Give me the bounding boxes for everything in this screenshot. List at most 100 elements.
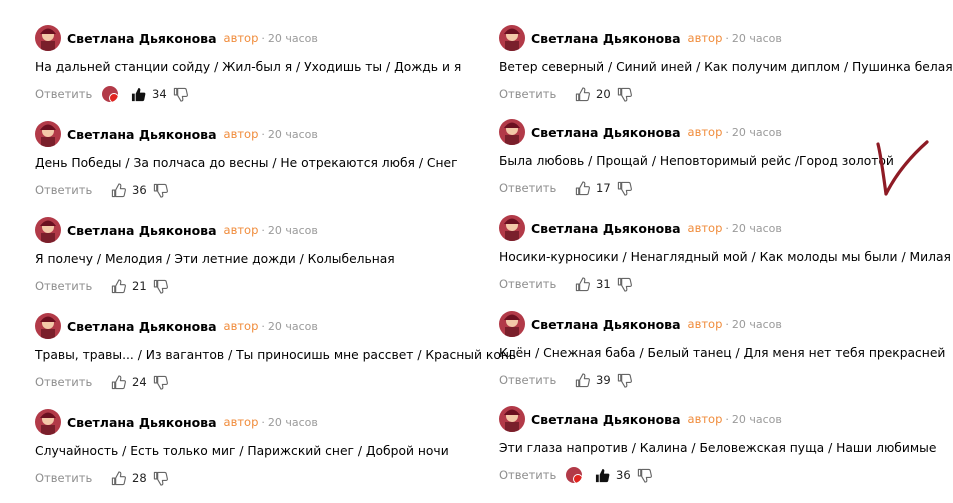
- separator: ·: [725, 31, 729, 45]
- comment-actions: Ответить 20: [499, 84, 633, 104]
- separator: ·: [261, 223, 265, 237]
- like-count: 39: [596, 373, 611, 387]
- like-count: 31: [596, 277, 611, 291]
- thumbs-down-icon[interactable]: [153, 182, 169, 198]
- comment-text: Травы, травы... / Из вагантов / Ты прино…: [35, 348, 517, 362]
- author-name[interactable]: Светлана Дьяконова: [67, 223, 217, 238]
- avatar[interactable]: [35, 121, 61, 147]
- comment-time: 20 часов: [731, 125, 782, 139]
- heart-icon: [573, 474, 582, 483]
- reply-button[interactable]: Ответить: [499, 87, 566, 101]
- comment-header: Светлана Дьяконова автор · 20 часов: [499, 213, 782, 243]
- comment-text: Эти глаза напротив / Калина / Беловежска…: [499, 441, 937, 455]
- comment-actions: Ответить 21: [35, 276, 169, 296]
- author-tag: автор: [687, 317, 723, 331]
- separator: ·: [261, 415, 265, 429]
- author-name[interactable]: Светлана Дьяконова: [531, 317, 681, 332]
- author-name[interactable]: Светлана Дьяконова: [531, 125, 681, 140]
- avatar[interactable]: [499, 406, 525, 432]
- comment-time: 20 часов: [731, 412, 782, 426]
- avatar[interactable]: [499, 25, 525, 51]
- comment-time: 20 часов: [267, 415, 318, 429]
- separator: ·: [725, 125, 729, 139]
- avatar[interactable]: [499, 215, 525, 241]
- thumbs-down-icon[interactable]: [153, 470, 169, 486]
- comment-header: Светлана Дьяконова автор · 20 часов: [35, 407, 318, 437]
- comment: Светлана Дьяконова автор · 20 часов Клён…: [499, 309, 953, 405]
- thumbs-down-icon[interactable]: [637, 467, 653, 483]
- author-name[interactable]: Светлана Дьяконова: [67, 415, 217, 430]
- thumbs-down-icon[interactable]: [153, 374, 169, 390]
- reply-button[interactable]: Ответить: [35, 87, 102, 101]
- separator: ·: [261, 319, 265, 333]
- author-tag: автор: [223, 223, 259, 237]
- thumbs-up-icon[interactable]: [574, 180, 590, 196]
- like-count: 17: [596, 181, 611, 195]
- comment-time: 20 часов: [267, 31, 318, 45]
- thumbs-down-icon[interactable]: [153, 278, 169, 294]
- thumbs-up-icon[interactable]: [110, 374, 126, 390]
- comment-text: Клён / Снежная баба / Белый танец / Для …: [499, 346, 946, 360]
- avatar[interactable]: [35, 217, 61, 243]
- comment-header: Светлана Дьяконова автор · 20 часов: [499, 117, 782, 147]
- author-tag: автор: [687, 412, 723, 426]
- comment: Светлана Дьяконова автор · 20 часов Вете…: [499, 23, 953, 119]
- thumbs-down-icon[interactable]: [617, 180, 633, 196]
- author-name[interactable]: Светлана Дьяконова: [531, 221, 681, 236]
- thumbs-up-icon[interactable]: [110, 470, 126, 486]
- thumbs-down-icon[interactable]: [617, 372, 633, 388]
- thumbs-up-icon[interactable]: [110, 278, 126, 294]
- comment-actions: Ответить 28: [35, 468, 169, 488]
- comment-text: Ветер северный / Синий иней / Как получи…: [499, 60, 953, 74]
- avatar[interactable]: [499, 119, 525, 145]
- thumbs-up-icon[interactable]: [574, 276, 590, 292]
- thumbs-down-icon[interactable]: [617, 86, 633, 102]
- thumbs-up-icon[interactable]: [574, 86, 590, 102]
- comment-actions: Ответить 36: [35, 180, 169, 200]
- comment: Светлана Дьяконова автор · 20 часов Эти …: [499, 404, 953, 500]
- reply-button[interactable]: Ответить: [35, 183, 102, 197]
- author-name[interactable]: Светлана Дьяконова: [67, 127, 217, 142]
- reply-button[interactable]: Ответить: [499, 181, 566, 195]
- comment: Светлана Дьяконова автор · 20 часов Носи…: [499, 213, 953, 309]
- reply-button[interactable]: Ответить: [35, 279, 102, 293]
- author-tag: автор: [223, 31, 259, 45]
- author-name[interactable]: Светлана Дьяконова: [531, 412, 681, 427]
- thumbs-up-filled-icon[interactable]: [594, 467, 610, 483]
- comments-column-right: Светлана Дьяконова автор · 20 часов Вете…: [499, 0, 953, 500]
- comment-time: 20 часов: [267, 223, 318, 237]
- thumbs-up-icon[interactable]: [574, 372, 590, 388]
- comment-time: 20 часов: [731, 31, 782, 45]
- comment-header: Светлана Дьяконова автор · 20 часов: [499, 309, 782, 339]
- comment-header: Светлана Дьяконова автор · 20 часов: [35, 215, 318, 245]
- author-name[interactable]: Светлана Дьяконова: [67, 319, 217, 334]
- author-tag: автор: [223, 127, 259, 141]
- comment: Светлана Дьяконова автор · 20 часов На д…: [35, 23, 495, 119]
- comment-actions: Ответить 39: [499, 370, 633, 390]
- thumbs-up-icon[interactable]: [110, 182, 126, 198]
- author-tag: автор: [223, 319, 259, 333]
- reply-button[interactable]: Ответить: [499, 468, 566, 482]
- reply-button[interactable]: Ответить: [35, 471, 102, 485]
- reply-button[interactable]: Ответить: [499, 277, 566, 291]
- comment-time: 20 часов: [731, 221, 782, 235]
- comment-header: Светлана Дьяконова автор · 20 часов: [35, 119, 318, 149]
- avatar[interactable]: [35, 313, 61, 339]
- thumbs-down-icon[interactable]: [617, 276, 633, 292]
- separator: ·: [725, 317, 729, 331]
- like-count: 28: [132, 471, 147, 485]
- reply-button[interactable]: Ответить: [499, 373, 566, 387]
- reply-button[interactable]: Ответить: [35, 375, 102, 389]
- comment-actions: Ответить 34: [35, 84, 189, 104]
- comment-header: Светлана Дьяконова автор · 20 часов: [499, 404, 782, 434]
- avatar[interactable]: [35, 409, 61, 435]
- author-name[interactable]: Светлана Дьяконова: [531, 31, 681, 46]
- avatar[interactable]: [499, 311, 525, 337]
- like-count: 34: [152, 87, 167, 101]
- comment-header: Светлана Дьяконова автор · 20 часов: [499, 23, 782, 53]
- avatar[interactable]: [35, 25, 61, 51]
- comment: Светлана Дьяконова автор · 20 часов Случ…: [35, 407, 495, 503]
- author-name[interactable]: Светлана Дьяконова: [67, 31, 217, 46]
- thumbs-up-filled-icon[interactable]: [130, 86, 146, 102]
- thumbs-down-icon[interactable]: [173, 86, 189, 102]
